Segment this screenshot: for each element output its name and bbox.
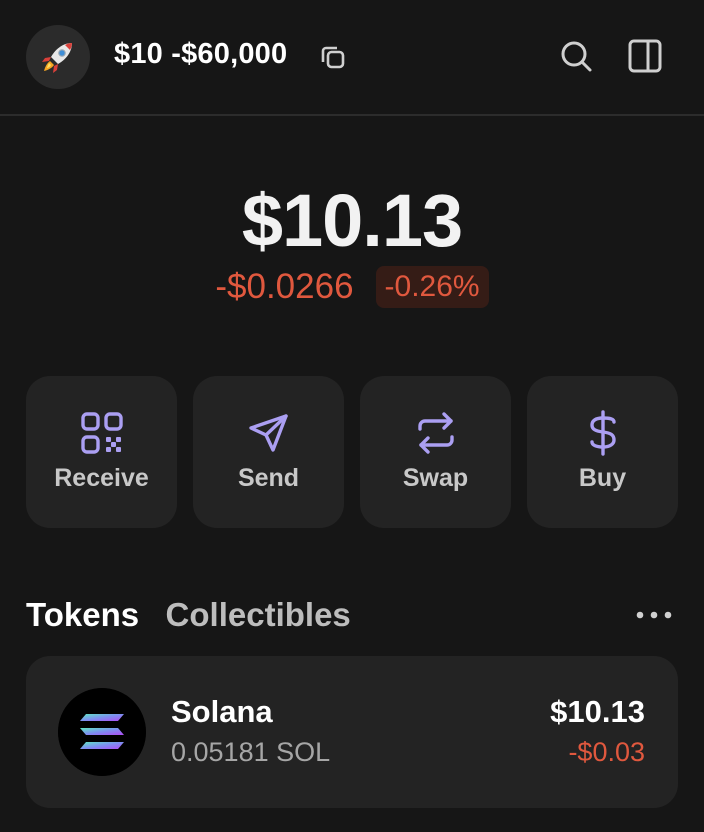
receive-button[interactable]: Receive [26,376,177,528]
swap-label: Swap [402,464,469,492]
wallet-name[interactable]: $10 -$60,000 [114,38,287,71]
token-name: Solana [171,694,273,729]
tab-tokens[interactable]: Tokens [26,596,139,634]
balance-change-percent-badge: -0.26% [375,266,489,308]
token-change: -$0.03 [568,737,645,767]
swap-button[interactable]: Swap [360,376,511,528]
token-amount: 0.05181 SOL [171,737,331,767]
buy-label: Buy [578,464,627,492]
receive-label: Receive [54,464,149,492]
action-buttons: Receive Send Swap Buy [26,376,678,528]
send-icon [248,414,288,452]
balance-change-row: -$0.0266 -0.26% [0,266,704,308]
total-balance: $10.13 [241,179,463,262]
copy-icon[interactable] [318,42,348,72]
token-row-solana[interactable]: Solana 0.05181 SOL $10.13 -$0.03 [26,656,678,808]
side-panel-icon[interactable] [627,38,663,74]
search-icon[interactable] [558,38,594,74]
asset-tabs: Tokens Collectibles [26,596,373,640]
dollar-icon [589,410,616,456]
balance-change-usd: -$0.0266 [215,267,354,306]
qr-code-icon [80,412,123,454]
send-button[interactable]: Send [193,376,344,528]
send-label: Send [237,464,300,492]
solana-logo-icon [58,688,146,776]
more-options-icon[interactable] [634,605,674,625]
wallet-avatar[interactable] [26,25,90,89]
tab-collectibles[interactable]: Collectibles [166,596,351,634]
rocket-icon [42,43,72,73]
header: $10 -$60,000 [0,0,704,116]
token-value: $10.13 [550,694,645,729]
buy-button[interactable]: Buy [527,376,678,528]
swap-icon [417,412,454,454]
